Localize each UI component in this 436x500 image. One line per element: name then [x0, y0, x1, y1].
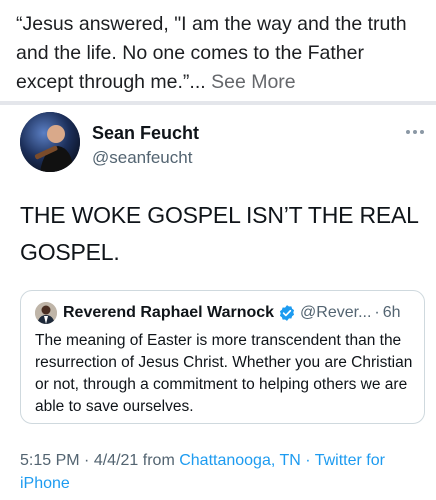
author-handle[interactable]: @seanfeucht — [92, 148, 192, 168]
quoted-header: Reverend Raphael Warnock @Rever... · 6h — [63, 302, 401, 324]
tweet-date: 4/4/21 — [93, 452, 139, 469]
quoted-text: The meaning of Easter is more transcende… — [35, 332, 413, 415]
more-horizontal-icon[interactable] — [404, 124, 426, 134]
author-name[interactable]: Sean Feucht — [92, 123, 199, 144]
avatar[interactable] — [20, 112, 80, 172]
verified-badge-icon — [279, 305, 295, 321]
dot-separator: · — [84, 452, 90, 469]
post-caption: “Jesus answered, "I am the way and the t… — [16, 10, 426, 97]
tweet-time: 5:15 PM — [20, 452, 80, 469]
quoted-avatar — [35, 302, 57, 324]
dot-separator: · — [374, 304, 380, 321]
dot-separator: · — [305, 452, 311, 469]
location-link[interactable]: Chattanooga, TN — [179, 452, 301, 469]
quoted-timestamp: 6h — [382, 304, 401, 321]
section-divider — [0, 101, 436, 105]
quoted-author-name: Reverend Raphael Warnock — [63, 304, 275, 321]
tweet-text: THE WOKE GOSPEL ISN’T THE REAL GOSPEL. — [20, 202, 418, 265]
quoted-author-handle: @Rever... — [300, 304, 372, 321]
see-more-link[interactable]: See More — [211, 71, 296, 93]
quoted-tweet[interactable]: Reverend Raphael Warnock @Rever... · 6h … — [20, 290, 425, 424]
from-label: from — [142, 452, 175, 469]
screenshot-root: “Jesus answered, "I am the way and the t… — [0, 0, 436, 500]
tweet-meta: 5:15 PM · 4/4/21 from Chattanooga, TN · … — [20, 449, 425, 495]
